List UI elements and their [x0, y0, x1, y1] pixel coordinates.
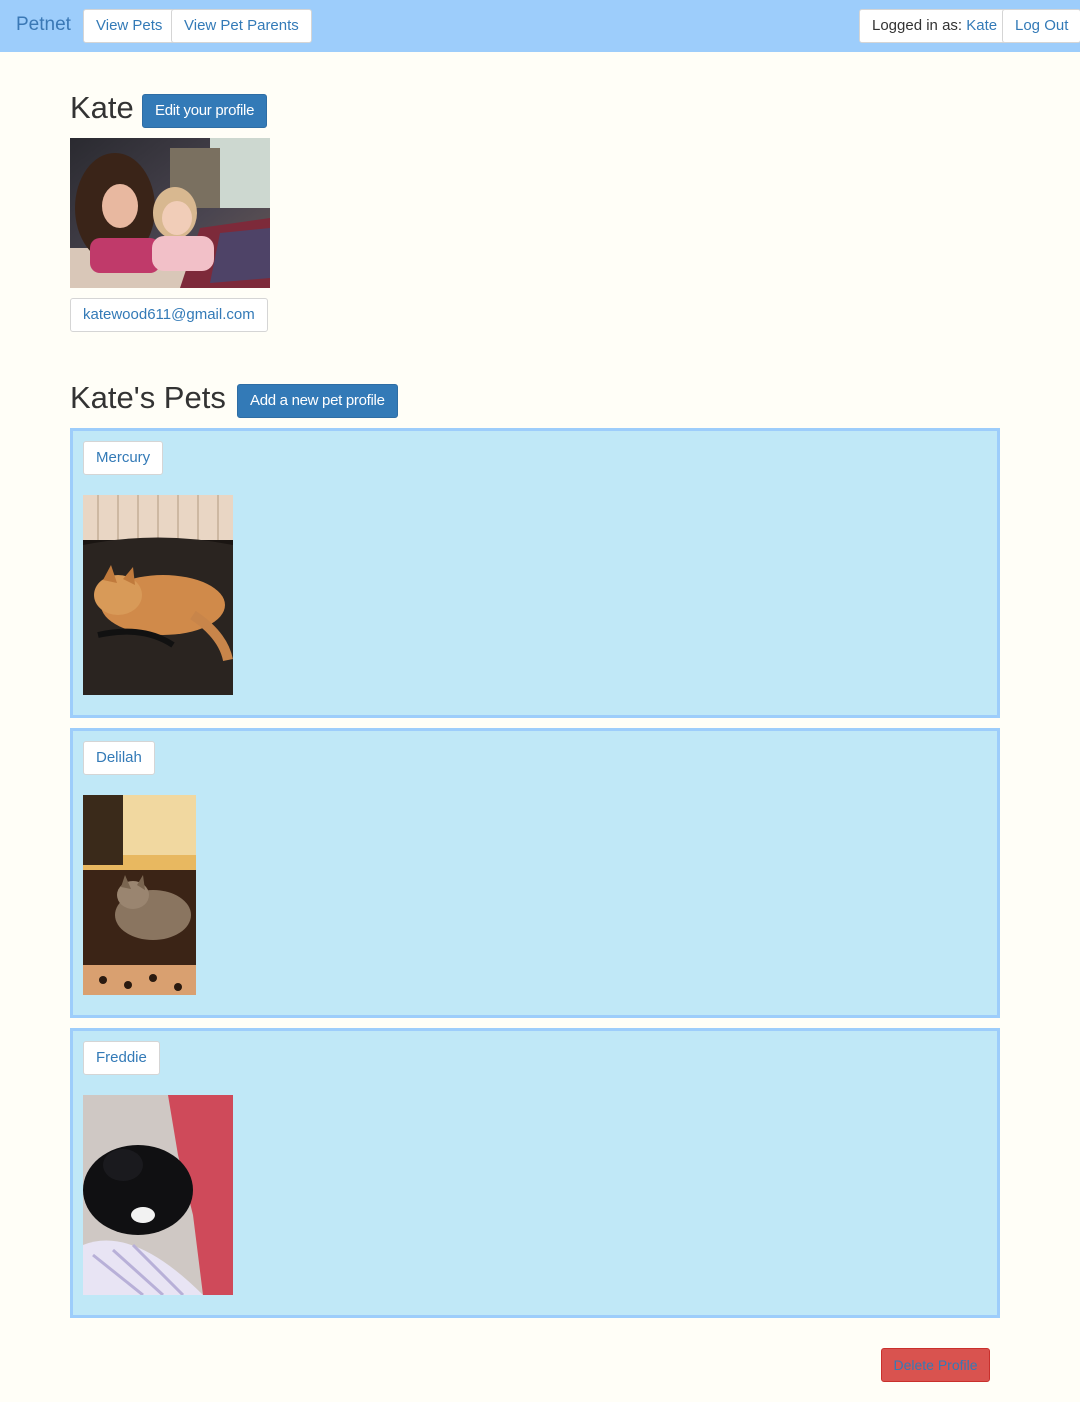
email-button[interactable]: katewood611@gmail.com: [70, 298, 268, 332]
delete-profile-button[interactable]: Delete Profile: [881, 1348, 990, 1382]
edit-profile-button[interactable]: Edit your profile: [142, 94, 268, 128]
pet-name-button[interactable]: Delilah: [83, 741, 155, 775]
logged-in-user-link[interactable]: Kate: [966, 17, 997, 34]
pet-card: Mercury: [70, 428, 1000, 718]
add-pet-button[interactable]: Add a new pet profile: [237, 384, 398, 418]
pets-section-title: Kate's Pets: [70, 380, 226, 415]
pet-name-button[interactable]: Mercury: [83, 441, 164, 475]
logged-in-label: Logged in as:: [872, 17, 963, 34]
brand-link[interactable]: Petnet: [16, 14, 71, 36]
pet-photo[interactable]: [83, 1095, 233, 1295]
pet-name-button[interactable]: Freddie: [83, 1041, 160, 1075]
view-pet-parents-button[interactable]: View Pet Parents: [171, 9, 312, 43]
pet-card: Delilah: [70, 728, 1000, 1018]
navbar: Petnet View Pets View Pet Parents Logged…: [0, 0, 1080, 52]
profile-photo: [70, 138, 270, 288]
view-pets-button[interactable]: View Pets: [83, 9, 176, 43]
logged-in-indicator: Logged in as: Kate: [859, 9, 1011, 43]
log-out-button[interactable]: Log Out: [1002, 9, 1080, 43]
pet-photo[interactable]: [83, 795, 196, 995]
pet-card: Freddie: [70, 1028, 1000, 1318]
pet-photo[interactable]: [83, 495, 233, 695]
profile-name: Kate: [70, 90, 134, 125]
